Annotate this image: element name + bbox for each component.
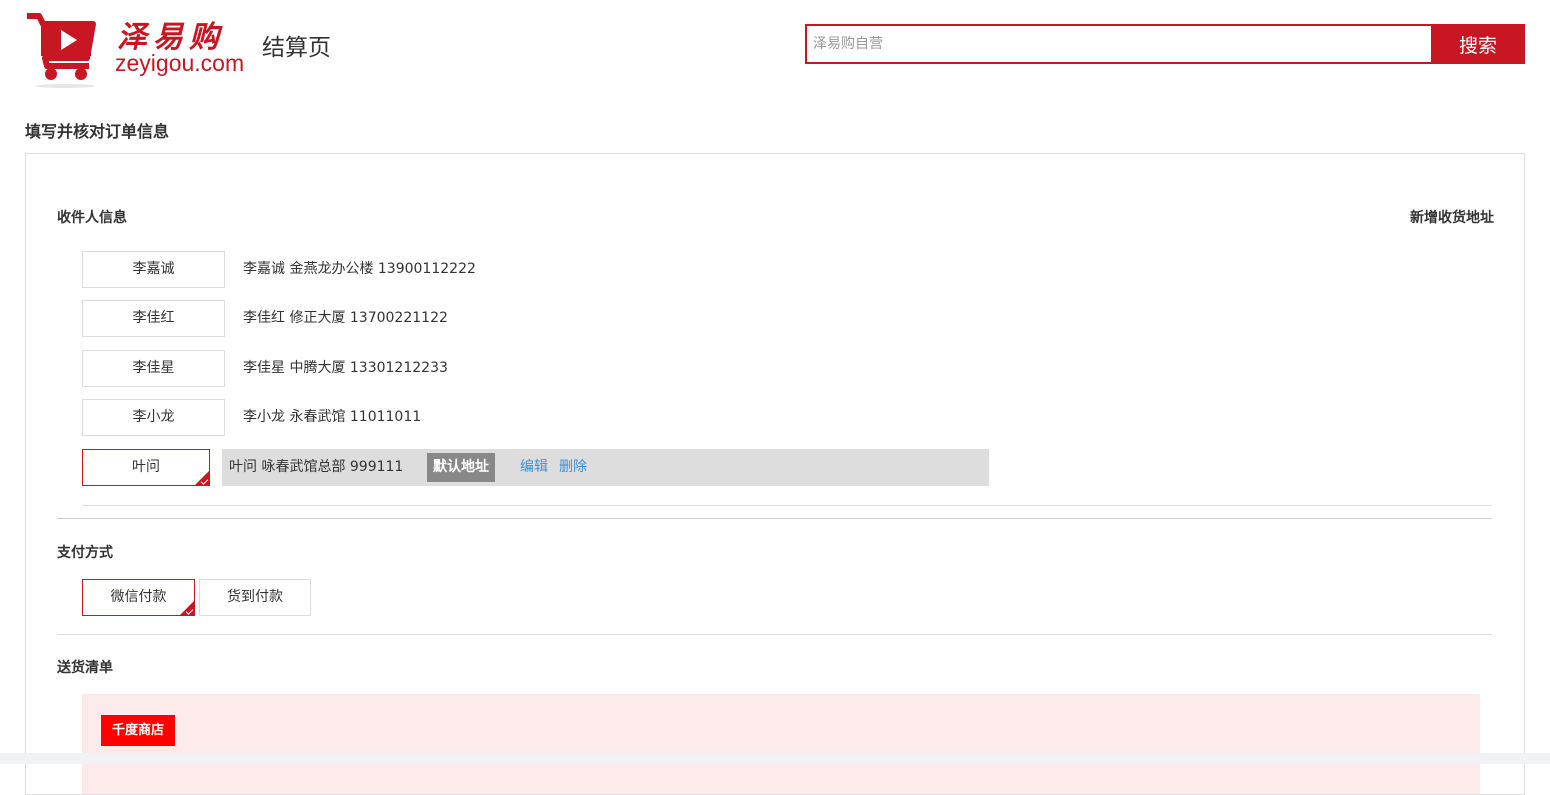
address-detail: 李嘉诚 金燕龙办公楼 13900112222 bbox=[243, 261, 476, 277]
address-row[interactable]: 李嘉诚 李嘉诚 金燕龙办公楼 13900112222 bbox=[82, 251, 1002, 288]
edit-address-link[interactable]: 编辑 bbox=[520, 449, 548, 486]
site-logo[interactable]: 泽易购 zeyigou.com bbox=[25, 10, 250, 90]
logo-english-text: zeyigou.com bbox=[115, 50, 245, 76]
delivery-list: 千度商店 bbox=[82, 694, 1480, 794]
payment-option-label: 微信付款 bbox=[110, 589, 167, 605]
address-row[interactable]: 李小龙 李小龙 永春武馆 11011011 bbox=[82, 399, 1002, 436]
address-name-button-selected[interactable]: 叶问 bbox=[82, 449, 210, 486]
check-corner-icon bbox=[195, 471, 209, 485]
delivery-title: 送货清单 bbox=[57, 660, 113, 676]
divider bbox=[57, 634, 1492, 635]
address-name-button[interactable]: 李佳星 bbox=[82, 350, 225, 387]
receiver-title: 收件人信息 bbox=[57, 210, 127, 226]
cart-icon bbox=[27, 13, 96, 88]
address-row-selected[interactable]: 叶问 叶问 咏春武馆总部 999111 默认地址 编辑 删除 bbox=[82, 449, 1002, 486]
add-address-link[interactable]: 新增收货地址 bbox=[1410, 207, 1494, 227]
payment-option-label: 货到付款 bbox=[227, 589, 283, 605]
address-name: 叶问 bbox=[132, 459, 160, 475]
order-panel: 收件人信息 新增收货地址 李嘉诚 李嘉诚 金燕龙办公楼 13900112222 … bbox=[25, 153, 1525, 795]
address-detail: 李佳星 中腾大厦 13301212233 bbox=[243, 360, 448, 376]
search-button[interactable]: 搜索 bbox=[1431, 24, 1525, 64]
divider bbox=[82, 505, 1492, 506]
address-name-button[interactable]: 李小龙 bbox=[82, 399, 225, 436]
search-input[interactable] bbox=[805, 24, 1437, 64]
default-address-badge: 默认地址 bbox=[427, 453, 495, 482]
page-name: 结算页 bbox=[262, 35, 331, 61]
address-detail: 李佳红 修正大厦 13700221122 bbox=[243, 310, 448, 326]
payment-option-wechat[interactable]: 微信付款 bbox=[82, 579, 195, 616]
address-row[interactable]: 李佳星 李佳星 中腾大厦 13301212233 bbox=[82, 350, 1002, 387]
page-title: 填写并核对订单信息 bbox=[25, 122, 170, 141]
delete-address-link[interactable]: 删除 bbox=[559, 449, 587, 486]
horizontal-scrollbar[interactable] bbox=[0, 753, 1550, 764]
check-corner-icon bbox=[180, 601, 194, 615]
payment-option-cod[interactable]: 货到付款 bbox=[199, 579, 311, 616]
address-name-button[interactable]: 李嘉诚 bbox=[82, 251, 225, 288]
address-detail: 叶问 咏春武馆总部 999111 bbox=[229, 459, 404, 475]
search-bar: 搜索 bbox=[805, 24, 1525, 64]
address-detail: 李小龙 永春武馆 11011011 bbox=[243, 409, 422, 425]
payment-title: 支付方式 bbox=[57, 545, 113, 561]
divider bbox=[57, 518, 1492, 519]
shop-name-tag[interactable]: 千度商店 bbox=[101, 715, 176, 746]
address-row[interactable]: 李佳红 李佳红 修正大厦 13700221122 bbox=[82, 300, 1002, 337]
address-name-button[interactable]: 李佳红 bbox=[82, 300, 225, 337]
